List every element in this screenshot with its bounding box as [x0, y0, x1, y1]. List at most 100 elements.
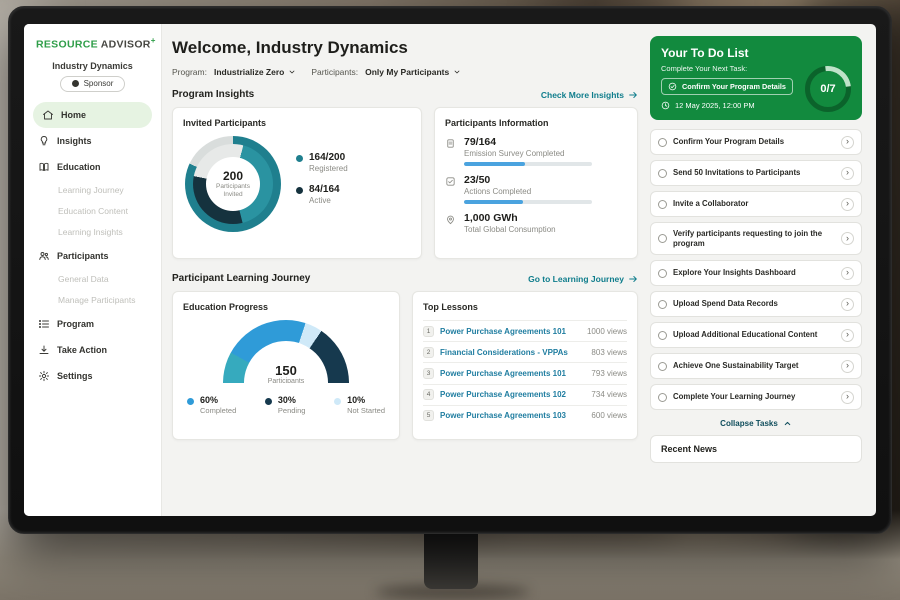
task-checkbox[interactable] [658, 269, 667, 278]
go-to-learning-journey-link[interactable]: Go to Learning Journey [528, 274, 638, 284]
task-label: Explore Your Insights Dashboard [673, 268, 835, 278]
program-select[interactable]: Industrialize Zero [214, 67, 296, 77]
lesson-row: 3 Power Purchase Agreements 101 793 view… [423, 362, 627, 383]
lesson-link[interactable]: Power Purchase Agreements 101 [440, 369, 585, 378]
take-action-icon [38, 344, 50, 356]
lesson-link[interactable]: Power Purchase Agreements 102 [440, 390, 585, 399]
collapse-tasks-link[interactable]: Collapse Tasks [650, 415, 862, 435]
next-task-label: Confirm Your Program Details [682, 82, 786, 91]
lesson-views: 793 views [591, 369, 627, 378]
todo-panel: Your To Do List Complete Your Next Task:… [650, 36, 862, 516]
task-item[interactable]: Send 50 Invitations to Participants › [650, 160, 862, 186]
task-item[interactable]: Upload Additional Educational Content › [650, 322, 862, 348]
donut-center: 200 Participants Invited [206, 157, 260, 211]
stat-actions-completed: 23/50 Actions Completed [445, 174, 627, 204]
legend-completed: 60% Completed [187, 395, 236, 415]
legend-label: Pending [278, 406, 306, 415]
lesson-link[interactable]: Power Purchase Agreements 103 [440, 411, 585, 420]
section-title: Program Insights [172, 89, 254, 100]
sidebar-item-education-content[interactable]: Education Content [24, 201, 161, 222]
sponsor-badge[interactable]: Sponsor [60, 76, 126, 92]
checklist-icon [445, 176, 456, 187]
check-more-insights-link[interactable]: Check More Insights [541, 90, 638, 100]
sidebar-item-label: Home [61, 110, 86, 120]
desk-background: RESOURCE ADVISOR+ Industry Dynamics Spon… [0, 0, 900, 600]
sidebar-item-take-action[interactable]: Take Action [24, 337, 161, 363]
task-checkbox[interactable] [658, 234, 667, 243]
sidebar-item-learning-insights[interactable]: Learning Insights [24, 222, 161, 243]
sidebar-item-participants[interactable]: Participants [24, 243, 161, 269]
chevron-right-icon[interactable]: › [841, 267, 854, 280]
lesson-views: 803 views [591, 348, 627, 357]
task-checkbox[interactable] [658, 200, 667, 209]
actions-progress-bar [464, 200, 592, 204]
sidebar-item-education[interactable]: Education [24, 154, 161, 180]
participants-select-value: Only My Participants [365, 67, 449, 77]
task-checkbox[interactable] [658, 393, 667, 402]
education-progress-gauge-chart: 150 Participants [223, 320, 349, 383]
task-item[interactable]: Achieve One Sustainability Target › [650, 353, 862, 379]
chevron-down-icon [288, 68, 296, 76]
chevron-right-icon[interactable]: › [841, 167, 854, 180]
progress-fill [464, 200, 523, 204]
lesson-rank: 3 [423, 368, 434, 379]
org-name: Industry Dynamics [24, 61, 161, 71]
sidebar-item-label: Take Action [57, 345, 107, 355]
chevron-right-icon[interactable]: › [841, 198, 854, 211]
gauge-center-label: Participants [223, 378, 349, 383]
sidebar-item-settings[interactable]: Settings [24, 363, 161, 389]
program-filter-label: Program: [172, 67, 207, 77]
chevron-right-icon[interactable]: › [841, 136, 854, 149]
sidebar-item-program[interactable]: Program [24, 311, 161, 337]
gauge-arc: 150 Participants [223, 320, 349, 383]
task-checkbox[interactable] [658, 138, 667, 147]
task-item[interactable]: Invite a Collaborator › [650, 191, 862, 217]
sidebar-item-insights[interactable]: Insights [24, 128, 161, 154]
donut-legend: 164/200 Registered 84/164 Active [296, 152, 348, 216]
task-checkbox[interactable] [658, 300, 667, 309]
chevron-right-icon[interactable]: › [841, 298, 854, 311]
stat-value: 1,000 GWh [464, 212, 556, 224]
task-label: Invite a Collaborator [673, 199, 835, 209]
participants-select[interactable]: Only My Participants [365, 67, 461, 77]
task-item[interactable]: Verify participants requesting to join t… [650, 222, 862, 255]
task-checkbox[interactable] [658, 362, 667, 371]
task-checkbox[interactable] [658, 169, 667, 178]
clock-icon [661, 101, 670, 110]
link-label: Go to Learning Journey [528, 274, 624, 284]
program-insights-cards: Invited Participants 200 Participants In… [172, 107, 638, 259]
sidebar-item-learning-journey[interactable]: Learning Journey [24, 180, 161, 201]
task-item[interactable]: Explore Your Insights Dashboard › [650, 260, 862, 286]
task-checkbox[interactable] [658, 331, 667, 340]
legend-dot-blue [187, 398, 194, 405]
chevron-right-icon[interactable]: › [841, 391, 854, 404]
legend-dot-lightblue [334, 398, 341, 405]
sidebar-item-label: Education Content [58, 206, 128, 216]
lesson-link[interactable]: Power Purchase Agreements 101 [440, 327, 581, 336]
chevron-right-icon[interactable]: › [841, 329, 854, 342]
task-label: Upload Additional Educational Content [673, 330, 835, 340]
sidebar-item-home[interactable]: Home [33, 102, 152, 128]
gauge-legend: 60% Completed 30% Pending [183, 395, 389, 415]
sidebar-item-manage-participants[interactable]: Manage Participants [24, 290, 161, 311]
link-label: Check More Insights [541, 90, 624, 100]
chevron-down-icon [453, 68, 461, 76]
sidebar-item-general-data[interactable]: General Data [24, 269, 161, 290]
lesson-link[interactable]: Financial Considerations - VPPAs [440, 348, 585, 357]
lesson-rank: 4 [423, 389, 434, 400]
lesson-rank: 2 [423, 347, 434, 358]
task-item[interactable]: Upload Spend Data Records › [650, 291, 862, 317]
chevron-right-icon[interactable]: › [841, 232, 854, 245]
task-item[interactable]: Complete Your Learning Journey › [650, 384, 862, 410]
next-task-chip[interactable]: Confirm Your Program Details [661, 78, 793, 95]
gauge-center: 150 Participants [223, 363, 349, 383]
section-title: Participant Learning Journey [172, 273, 310, 284]
chevron-right-icon[interactable]: › [841, 360, 854, 373]
task-item[interactable]: Confirm Your Program Details › [650, 129, 862, 155]
legend-value: 164/200 [309, 152, 348, 163]
recent-news-card: Recent News [650, 435, 862, 463]
home-icon [42, 109, 54, 121]
learning-journey-cards: Education Progress 150 Participants [172, 291, 638, 440]
due-date-label: 12 May 2025, 12:00 PM [675, 101, 755, 110]
lesson-row: 1 Power Purchase Agreements 101 1000 vie… [423, 320, 627, 341]
